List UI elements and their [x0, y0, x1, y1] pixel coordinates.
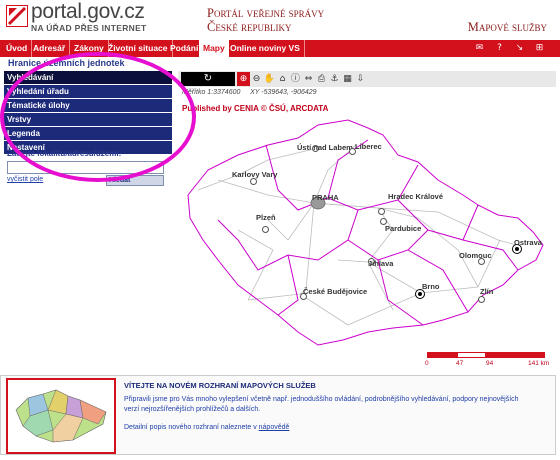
panel-item-vyhledani-uradu[interactable]: Vyhledání úřadu: [4, 85, 172, 98]
search-button[interactable]: Hledat: [106, 175, 164, 186]
panel-item-legenda[interactable]: Legenda: [4, 127, 172, 140]
map-scale: Měřítko 1:3374600: [182, 89, 241, 96]
panel-item-vyhledavani[interactable]: Vyhledávání: [4, 71, 172, 84]
city-marker-zlin[interactable]: [478, 296, 485, 303]
czech-map[interactable]: [178, 100, 556, 362]
welcome-text: Připravili jsme pro Vás mnoho vylepšení …: [124, 396, 519, 413]
page-heading: Hranice územních jednotek: [8, 58, 125, 68]
nav-item-online-noviny[interactable]: Online noviny VS: [226, 40, 305, 57]
nav-item-uvod[interactable]: Úvod: [2, 40, 33, 57]
main-nav: Úvod Adresář Zákony Životní situace Podá…: [0, 40, 560, 57]
pan-hand-icon[interactable]: ✋: [263, 72, 276, 86]
city-marker-karlovy-vary[interactable]: [250, 178, 257, 185]
city-label-plzen: Plzeň: [256, 213, 276, 222]
nav-item-zakony[interactable]: Zákony: [70, 40, 109, 57]
logo-title[interactable]: portal.gov.cz: [31, 0, 145, 24]
grid-icon[interactable]: ▦: [341, 72, 354, 86]
left-panel: Vyhledávání Vyhledání úřadu Tématické úl…: [4, 71, 172, 155]
map-attribution: Published by CENIA © ČSÚ, ARCDATA: [182, 104, 329, 113]
scale-bar: [427, 352, 545, 358]
nav-item-zivotni-situace[interactable]: Životní situace: [104, 40, 173, 57]
regions-thumbnail-icon: [15, 389, 107, 443]
city-label-liberec: Liberec: [355, 142, 382, 151]
scale-tick-141: 141 km: [528, 360, 550, 367]
header: portal.gov.cz NA ÚŘAD PŘES INTERNET Port…: [0, 0, 560, 40]
city-label-pardubice: Pardubice: [385, 224, 422, 233]
city-label-hradec: Hradec Králové: [388, 192, 444, 201]
district-borders: [187, 119, 544, 346]
logo-subtitle: NA ÚŘAD PŘES INTERNET: [31, 23, 147, 33]
portal-name: Portál veřejné správy České republiky: [207, 6, 324, 34]
search-label: Zadejte lokalitu/adresu/území:: [7, 149, 122, 158]
measure-icon[interactable]: ⇔: [302, 72, 315, 86]
city-label-praha: PRAHA: [312, 193, 339, 202]
city-label-karlovy-vary: Karlovy Vary: [232, 170, 278, 179]
zoom-out-icon[interactable]: ⊖: [250, 72, 263, 86]
map-coords: XY -539643, -906429: [250, 89, 317, 96]
sitemap-icon[interactable]: ⊞: [534, 43, 545, 54]
clear-field-link[interactable]: vyčistit pole: [7, 176, 43, 183]
city-label-usti: Ústí nad Labem: [297, 143, 353, 152]
map-services-title: Mapové služby: [467, 20, 547, 34]
portal-name-line2: České republiky: [207, 20, 292, 34]
search-input[interactable]: [7, 161, 164, 174]
city-label-brno: Brno: [422, 282, 440, 291]
welcome-title: VÍTEJTE NA NOVÉM ROZHRANÍ MAPOVÝCH SLUŽE…: [124, 381, 316, 390]
nav-item-adresar[interactable]: Adresář: [29, 40, 71, 57]
city-marker-brno[interactable]: [416, 290, 424, 298]
download-icon[interactable]: ⇩: [354, 72, 367, 86]
home-icon[interactable]: ⌂: [276, 72, 289, 86]
print-icon[interactable]: ⎙: [315, 72, 328, 86]
info-icon[interactable]: ⓘ: [289, 72, 302, 86]
refresh-icon[interactable]: ↻: [181, 72, 235, 86]
panel-item-tematicke-ulohy[interactable]: Tématické úlohy: [4, 99, 172, 112]
welcome-help-line: Detailní popis nového rozhraní naleznete…: [124, 424, 289, 431]
city-label-olomouc: Olomouc: [459, 251, 492, 260]
scale-tick-47: 47: [456, 360, 464, 367]
scale-info: Měřítko 1:3374600 XY -539643, -906429: [182, 89, 317, 96]
nav-item-mapy[interactable]: Mapy: [199, 40, 229, 57]
city-label-ostrava: Ostrava: [514, 238, 542, 247]
mail-icon[interactable]: ✉: [474, 43, 485, 54]
scale-tick-94: 94: [486, 360, 494, 367]
welcome-help-prefix: Detailní popis nového rozhraní naleznete…: [124, 424, 259, 431]
zoom-in-icon[interactable]: ⊕: [237, 72, 250, 86]
welcome-map-thumbnail[interactable]: [6, 378, 116, 454]
anchor-icon[interactable]: ⚓: [328, 72, 341, 86]
help-link[interactable]: nápovědě: [259, 424, 290, 431]
link-icon[interactable]: ↘: [514, 43, 525, 54]
help-icon[interactable]: ?: [494, 43, 505, 54]
city-label-zlin: Zlín: [480, 287, 494, 296]
city-label-jihlava: Jihlava: [368, 259, 394, 268]
city-marker-hradec[interactable]: [378, 208, 385, 215]
panel-item-vrstvy[interactable]: Vrstvy: [4, 113, 172, 126]
city-label-ceske-budejovice: České Budějovice: [303, 287, 368, 296]
city-marker-plzen[interactable]: [262, 226, 269, 233]
scale-tick-0: 0: [425, 360, 429, 367]
portal-name-line1: Portál veřejné správy: [207, 6, 325, 20]
nav-item-podani[interactable]: Podání: [166, 40, 204, 57]
portal-logo-icon[interactable]: [6, 5, 28, 27]
